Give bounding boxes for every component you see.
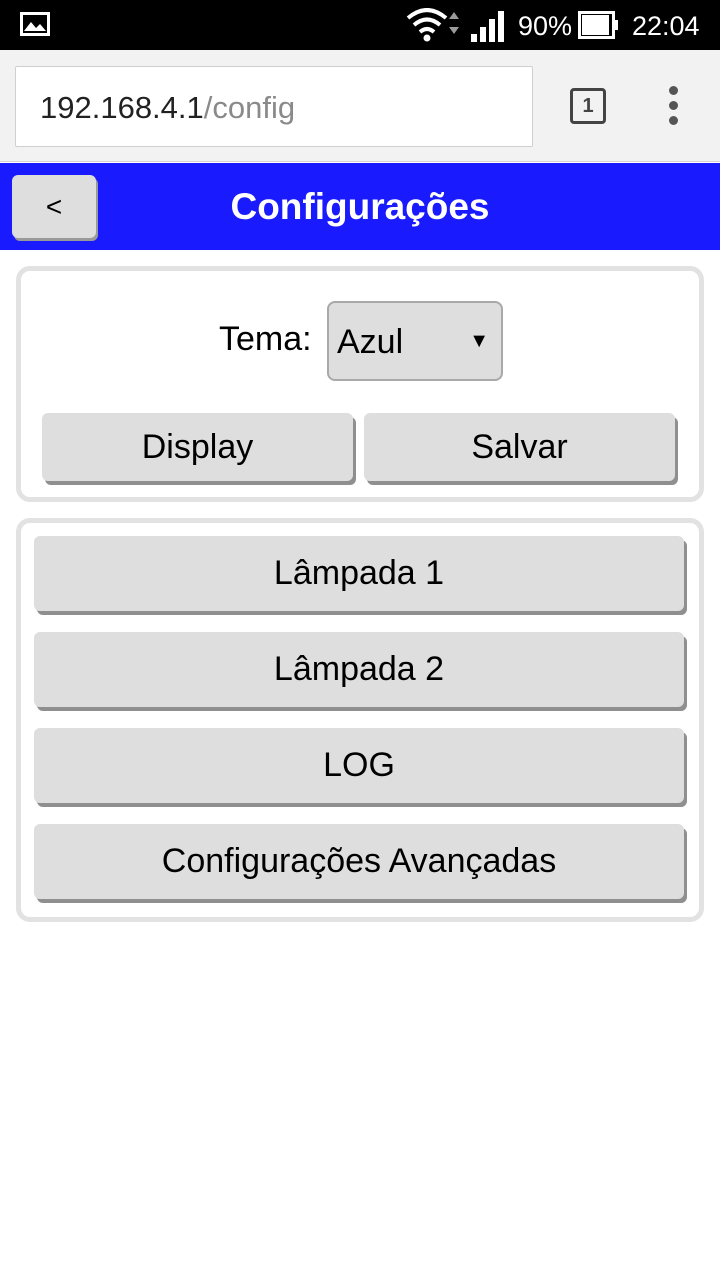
wifi-icon bbox=[406, 8, 464, 47]
battery-percent: 90% bbox=[518, 11, 573, 41]
display-button[interactable]: Display bbox=[42, 413, 353, 481]
theme-panel: Tema: Azul ▼ Display Salvar bbox=[16, 266, 704, 502]
gallery-icon bbox=[20, 12, 50, 41]
url-path: /config bbox=[203, 90, 296, 125]
dropdown-arrow-icon: ▼ bbox=[469, 330, 489, 352]
clock: 22:04 bbox=[632, 11, 700, 41]
theme-select[interactable]: Azul ▼ bbox=[327, 301, 503, 381]
page-title: Configurações bbox=[230, 186, 490, 227]
overflow-menu-icon[interactable] bbox=[662, 86, 686, 126]
app-header: Configurações < bbox=[0, 163, 720, 250]
lamp-1-button[interactable]: Lâmpada 1 bbox=[34, 536, 684, 611]
address-bar[interactable]: 192.168.4.1/config bbox=[15, 66, 533, 147]
menu-panel: Lâmpada 1 Lâmpada 2 LOG Configurações Av… bbox=[16, 518, 704, 922]
status-bar: 90% 22:04 bbox=[0, 0, 720, 50]
save-button[interactable]: Salvar bbox=[364, 413, 675, 481]
advanced-settings-button[interactable]: Configurações Avançadas bbox=[34, 824, 684, 899]
tabs-icon[interactable]: 1 bbox=[570, 88, 606, 124]
lamp-2-button[interactable]: Lâmpada 2 bbox=[34, 632, 684, 707]
signal-icon bbox=[470, 10, 508, 47]
log-button[interactable]: LOG bbox=[34, 728, 684, 803]
url-host: 192.168.4.1 bbox=[40, 90, 204, 125]
theme-select-value: Azul bbox=[337, 323, 404, 361]
browser-toolbar: 192.168.4.1/config 1 bbox=[0, 50, 720, 162]
back-button[interactable]: < bbox=[12, 175, 96, 238]
battery-icon bbox=[578, 11, 620, 44]
theme-label: Tema: bbox=[219, 320, 312, 358]
